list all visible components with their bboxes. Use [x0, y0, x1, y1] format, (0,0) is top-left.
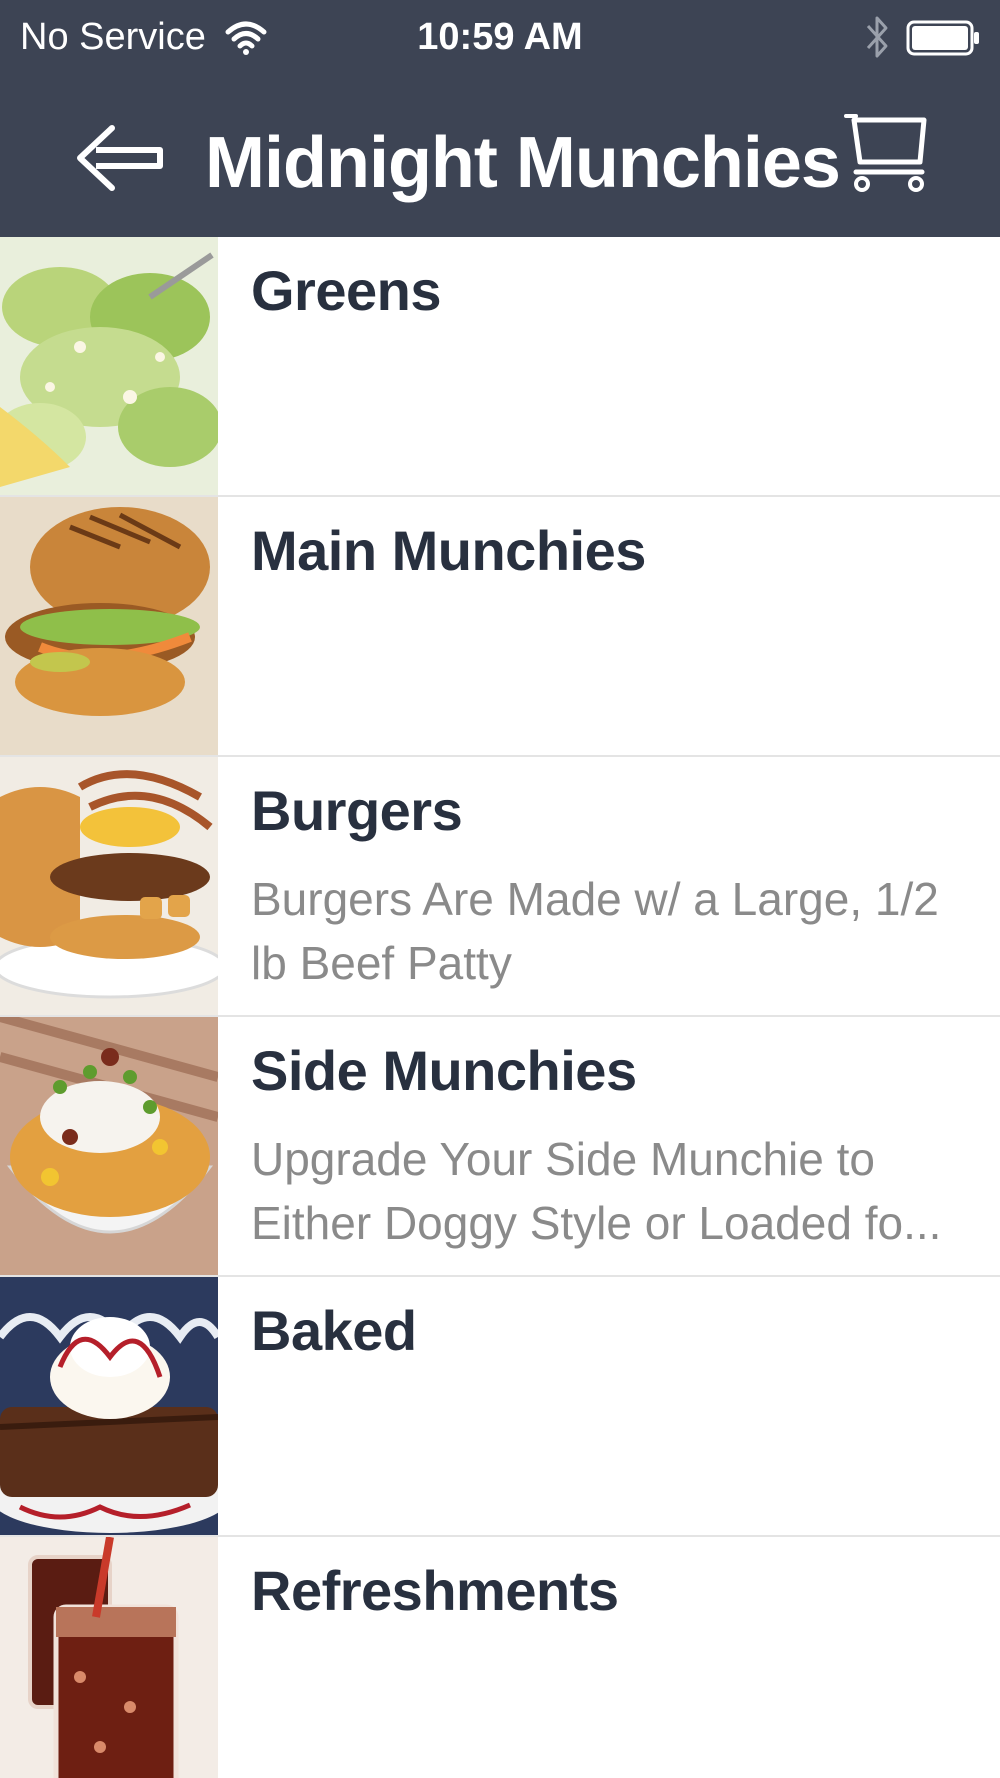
- category-text: Refreshments: [251, 1559, 971, 1623]
- category-text: Side Munchies Upgrade Your Side Munchie …: [251, 1039, 971, 1255]
- category-name: Refreshments: [251, 1559, 619, 1622]
- soda-image: [0, 1537, 218, 1778]
- category-row-baked[interactable]: Baked: [0, 1277, 1000, 1537]
- category-name: Burgers: [251, 779, 463, 842]
- category-row-greens[interactable]: Greens: [0, 237, 1000, 497]
- category-row-side-munchies[interactable]: Side Munchies Upgrade Your Side Munchie …: [0, 1017, 1000, 1277]
- category-text: Baked: [251, 1299, 971, 1363]
- category-description: Upgrade Your Side Munchie to Either Dogg…: [251, 1133, 942, 1249]
- screen: No Service 10:59 AM Midnight Munchies Gr…: [0, 0, 1000, 1778]
- cart-icon: [842, 114, 930, 198]
- category-description: Burgers Are Made w/ a Large, 1/2 lb Beef…: [251, 873, 939, 989]
- salad-image: [0, 237, 218, 495]
- chicken-sandwich-image: [0, 497, 218, 755]
- category-list: Greens Main Munchies Burgers Burgers Are…: [0, 237, 1000, 1778]
- category-text: Greens: [251, 259, 971, 323]
- category-row-main-munchies[interactable]: Main Munchies: [0, 497, 1000, 757]
- category-row-burgers[interactable]: Burgers Burgers Are Made w/ a Large, 1/2…: [0, 757, 1000, 1017]
- cart-button[interactable]: [842, 110, 930, 194]
- page-title: Midnight Munchies: [205, 123, 841, 203]
- back-button[interactable]: [74, 120, 164, 196]
- battery-icon: [906, 20, 980, 56]
- category-text: Burgers Burgers Are Made w/ a Large, 1/2…: [251, 779, 971, 995]
- burger-image: [0, 757, 218, 1015]
- status-time: 10:59 AM: [417, 16, 583, 58]
- category-name: Baked: [251, 1299, 417, 1362]
- arrow-left-icon: [74, 125, 164, 200]
- category-name: Main Munchies: [251, 519, 646, 582]
- category-name: Greens: [251, 259, 442, 322]
- bluetooth-icon: [864, 14, 890, 60]
- loaded-tots-image: [0, 1017, 218, 1275]
- category-name: Side Munchies: [251, 1039, 637, 1102]
- category-text: Main Munchies: [251, 519, 971, 583]
- category-row-refreshments[interactable]: Refreshments: [0, 1537, 1000, 1778]
- status-bar: No Service 10:59 AM: [0, 0, 1000, 80]
- header: No Service 10:59 AM Midnight Munchies: [0, 0, 1000, 237]
- brownie-image: [0, 1277, 218, 1535]
- nav-bar: Midnight Munchies: [0, 80, 1000, 237]
